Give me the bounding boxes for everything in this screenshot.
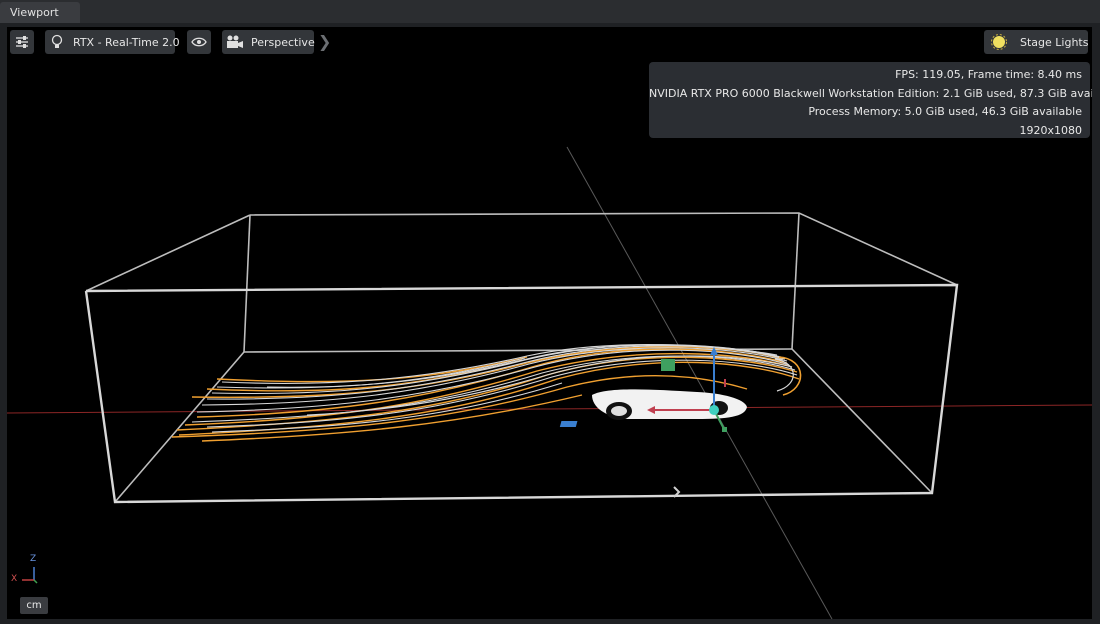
- viewport[interactable]: RTX - Real-Time 2.0 Perspective ❯ Stage …: [7, 27, 1092, 619]
- renderer-button[interactable]: RTX - Real-Time 2.0: [45, 30, 180, 54]
- camera-icon: [226, 35, 244, 49]
- tab-viewport[interactable]: Viewport: [0, 2, 80, 23]
- resolution-text: 1920x1080: [1019, 123, 1083, 137]
- lightbulb-icon: [51, 34, 63, 50]
- axis-label-z: Z: [30, 554, 37, 564]
- camera-button[interactable]: Perspective: [222, 30, 315, 54]
- sun-icon: [990, 33, 1008, 51]
- chevron-right-icon[interactable]: ❯: [318, 31, 331, 53]
- units-badge[interactable]: cm: [20, 597, 48, 614]
- fps-text: FPS: 119.05, Frame time: 8.40 ms: [895, 68, 1082, 81]
- axis-label-x: X: [11, 574, 18, 584]
- process-memory-text: Process Memory: 5.0 GiB used, 46.3 GiB a…: [808, 105, 1082, 118]
- settings-button[interactable]: [10, 30, 34, 54]
- gpu-memory-text: NVIDIA RTX PRO 6000 Blackwell Workstatio…: [649, 86, 1092, 100]
- stats-overlay: FPS: 119.05, Frame time: 8.40 ms NVIDIA …: [649, 62, 1092, 138]
- stage-lights-button[interactable]: Stage Lights: [984, 30, 1088, 54]
- visibility-button[interactable]: [187, 30, 211, 54]
- camera-label: Perspective: [251, 35, 315, 49]
- stage-lights-label: Stage Lights: [1020, 35, 1089, 49]
- x-axis-line: [7, 404, 1092, 414]
- y-axis-line: [566, 146, 833, 619]
- orientation-axes: [22, 567, 38, 584]
- tab-bar: Viewport: [0, 0, 1100, 23]
- sliders-icon: [15, 36, 29, 48]
- eye-icon: [191, 37, 207, 47]
- bottom-border: [0, 619, 1100, 624]
- renderer-label: RTX - Real-Time 2.0: [73, 35, 180, 49]
